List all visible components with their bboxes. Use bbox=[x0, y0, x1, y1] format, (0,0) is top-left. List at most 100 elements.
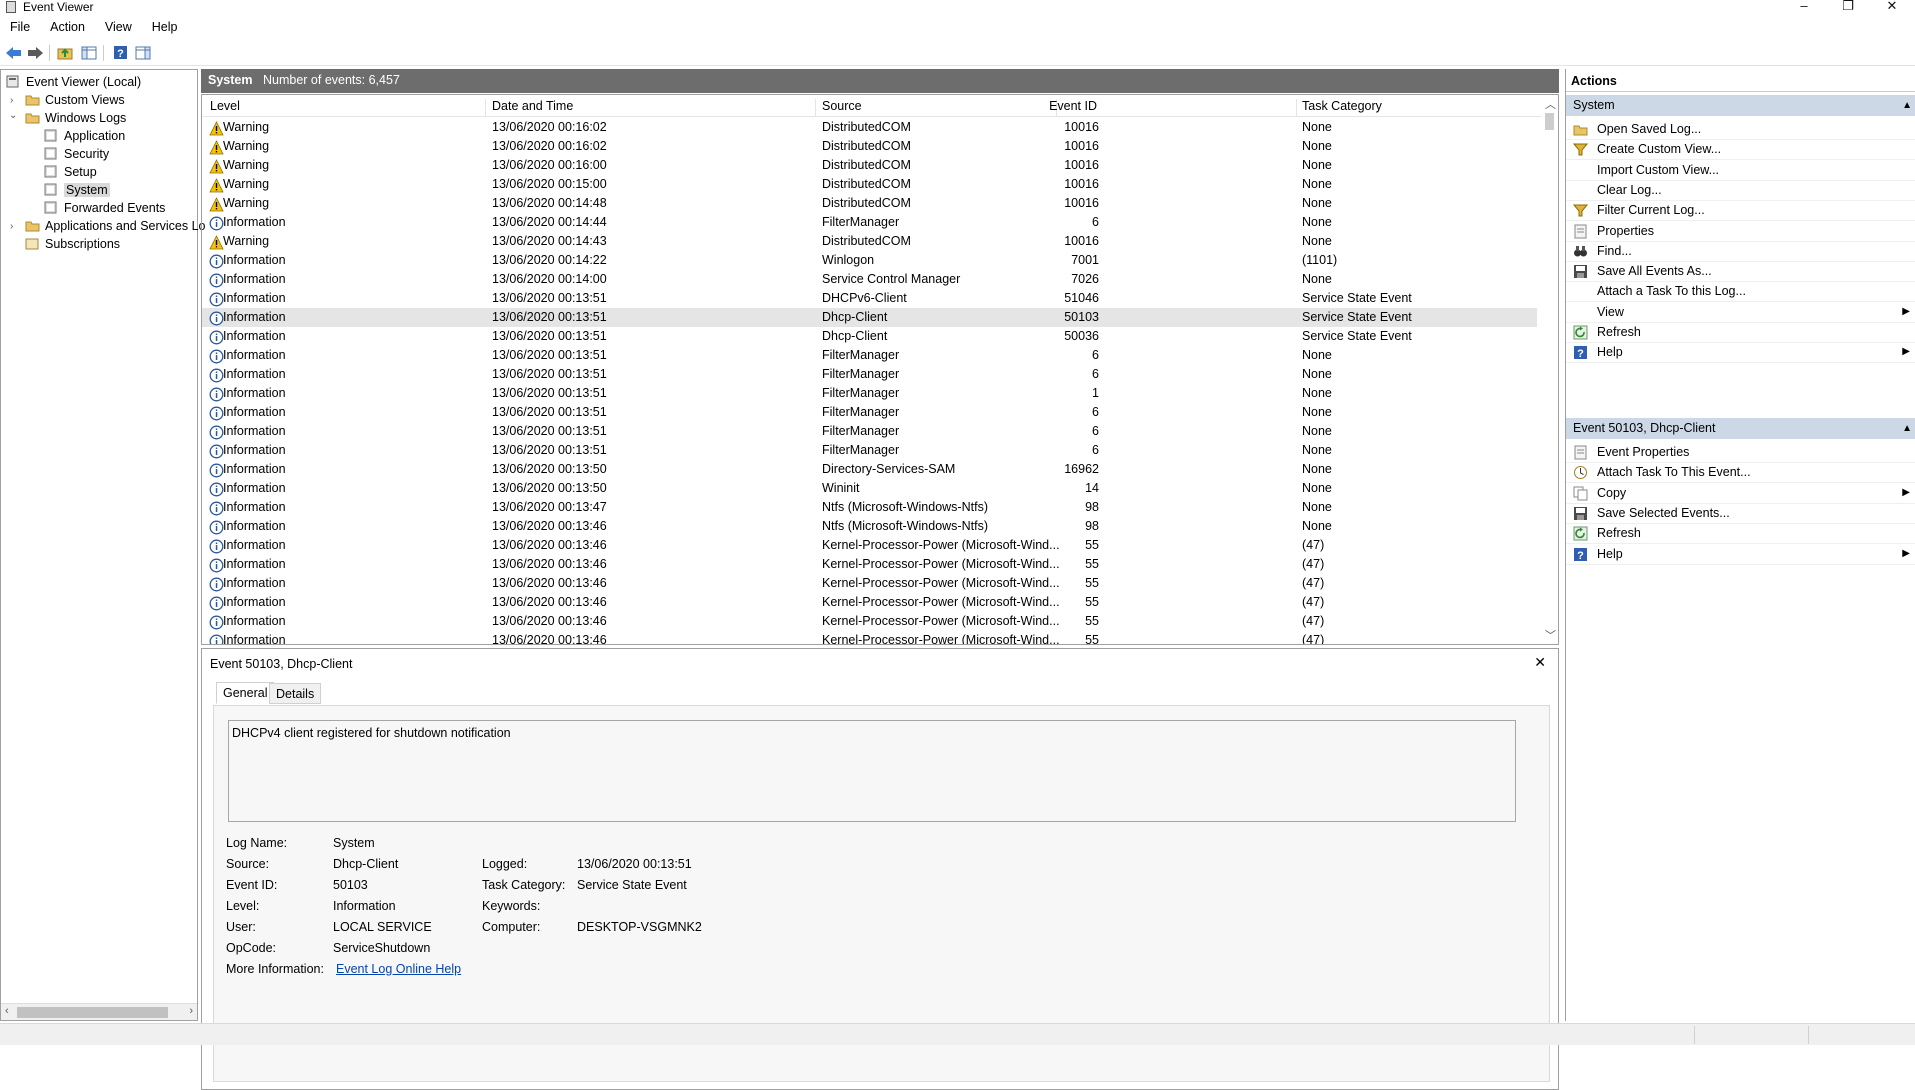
column-divider[interactable] bbox=[485, 99, 486, 117]
table-row[interactable]: Information 13/06/2020 00:13:46 Kernel-Pro… bbox=[202, 593, 1537, 612]
table-row[interactable]: Information 13/06/2020 00:13:50 Wininit 14 N… bbox=[202, 479, 1537, 498]
table-row[interactable]: Information 13/06/2020 00:13:51 FilterMana… bbox=[202, 365, 1537, 384]
table-row[interactable]: Information 13/06/2020 00:14:22 Winlogon 70… bbox=[202, 251, 1537, 270]
event-description[interactable]: DHCPv4 client registered for shutdown no… bbox=[228, 720, 1516, 822]
expand-arrow-icon[interactable]: › bbox=[10, 95, 13, 106]
horizontal-scrollbar[interactable]: ‹ › bbox=[1, 1003, 197, 1020]
restore-button[interactable]: ❐ bbox=[1826, 0, 1870, 14]
vertical-scrollbar[interactable]: ︿ ﹀ bbox=[1541, 95, 1558, 644]
tree-item-custom-views[interactable]: Custom Views bbox=[25, 91, 125, 109]
table-row[interactable]: Information 13/06/2020 00:13:50 Directory-… bbox=[202, 460, 1537, 479]
table-row[interactable]: Information 13/06/2020 00:13:46 Kernel-Pro… bbox=[202, 536, 1537, 555]
tree-item-subscriptions[interactable]: Subscriptions bbox=[25, 235, 120, 253]
menu-help[interactable]: Help bbox=[142, 18, 188, 36]
show-hide-tree-icon[interactable] bbox=[80, 44, 98, 61]
scroll-down-icon[interactable]: ﹀ bbox=[1545, 627, 1556, 643]
tree-root[interactable]: Event Viewer (Local) bbox=[6, 73, 141, 91]
table-row[interactable]: Warning 13/06/2020 00:16:00 DistributedCOM… bbox=[202, 156, 1537, 175]
table-row[interactable]: Warning 13/06/2020 00:14:48 DistributedCOM… bbox=[202, 194, 1537, 213]
action-copy[interactable]: Copy ▶ bbox=[1566, 482, 1915, 504]
column-event-id[interactable]: Event ID bbox=[1049, 99, 1097, 113]
help-icon[interactable]: ? bbox=[111, 44, 129, 61]
table-row[interactable]: Information 13/06/2020 00:13:47 Ntfs (Micr… bbox=[202, 498, 1537, 517]
expand-arrow-icon[interactable]: › bbox=[10, 221, 13, 232]
action-attach-task-to-this-event[interactable]: Attach Task To This Event... bbox=[1566, 461, 1915, 484]
table-row[interactable]: Warning 13/06/2020 00:14:43 DistributedCOM… bbox=[202, 232, 1537, 251]
table-row[interactable]: Information 13/06/2020 00:13:51 Dhcp-Clien… bbox=[202, 308, 1537, 327]
table-row[interactable]: Information 13/06/2020 00:13:46 Kernel-Pro… bbox=[202, 574, 1537, 593]
actions-section-system[interactable]: System ▲ bbox=[1566, 95, 1915, 116]
column-divider[interactable] bbox=[815, 99, 816, 117]
action-view[interactable]: View ▶ bbox=[1566, 301, 1915, 323]
column-source[interactable]: Source bbox=[822, 99, 862, 113]
close-button[interactable]: ✕ bbox=[1870, 0, 1914, 14]
refresh-icon bbox=[1573, 526, 1588, 541]
tab-general[interactable]: General bbox=[216, 682, 275, 704]
table-row[interactable]: Information 13/06/2020 00:14:44 FilterMana… bbox=[202, 213, 1537, 232]
minimize-button[interactable]: – bbox=[1782, 0, 1826, 14]
close-icon[interactable]: ✕ bbox=[1534, 654, 1546, 671]
action-help[interactable]: ? Help ▶ bbox=[1566, 543, 1915, 565]
table-row[interactable]: Information 13/06/2020 00:13:51 FilterMana… bbox=[202, 441, 1537, 460]
action-refresh[interactable]: Refresh bbox=[1566, 522, 1915, 545]
up-folder-icon[interactable] bbox=[56, 44, 74, 61]
action-attach-a-task-to-this-log[interactable]: Attach a Task To this Log... bbox=[1566, 280, 1915, 303]
table-row[interactable]: Information 13/06/2020 00:13:51 Dhcp-Clien… bbox=[202, 327, 1537, 346]
action-import-custom-view[interactable]: Import Custom View... bbox=[1566, 159, 1915, 181]
column-date-time[interactable]: Date and Time bbox=[492, 99, 573, 113]
action-event-properties[interactable]: Event Properties bbox=[1566, 441, 1915, 463]
action-filter-current-log[interactable]: Filter Current Log... bbox=[1566, 199, 1915, 222]
action-find[interactable]: Find... bbox=[1566, 240, 1915, 262]
actions-section-event[interactable]: Event 50103, Dhcp-Client ▲ bbox=[1566, 418, 1915, 439]
action-properties[interactable]: Properties bbox=[1566, 220, 1915, 242]
forward-icon[interactable] bbox=[26, 44, 44, 61]
action-clear-log[interactable]: Clear Log... bbox=[1566, 179, 1915, 201]
action-save-selected-events[interactable]: Save Selected Events... bbox=[1566, 502, 1915, 524]
action-save-all-events-as[interactable]: Save All Events As... bbox=[1566, 260, 1915, 283]
back-icon[interactable] bbox=[4, 44, 22, 61]
scroll-up-icon[interactable]: ︿ bbox=[1545, 96, 1556, 112]
collapse-arrow-icon[interactable]: ⌄ bbox=[9, 110, 17, 121]
tree-item-system[interactable]: System bbox=[44, 181, 110, 199]
column-task-category[interactable]: Task Category bbox=[1302, 99, 1382, 113]
action-refresh[interactable]: Refresh bbox=[1566, 321, 1915, 343]
table-row[interactable]: Information 13/06/2020 00:13:51 FilterMana… bbox=[202, 384, 1537, 403]
show-hide-action-pane-icon[interactable] bbox=[134, 44, 152, 61]
table-row[interactable]: Information 13/06/2020 00:13:46 Kernel-Pro… bbox=[202, 555, 1537, 574]
scroll-thumb[interactable] bbox=[17, 1007, 168, 1018]
table-row[interactable]: Information 13/06/2020 00:13:46 Kernel-Pro… bbox=[202, 612, 1537, 631]
column-level[interactable]: Level bbox=[210, 99, 240, 113]
subscriptions-icon bbox=[25, 237, 40, 250]
table-row[interactable]: Information 13/06/2020 00:13:51 FilterMana… bbox=[202, 422, 1537, 441]
tree-item-application[interactable]: Application bbox=[44, 127, 125, 145]
table-row[interactable]: Information 13/06/2020 00:13:51 DHCPv6-Cli… bbox=[202, 289, 1537, 308]
tree-item-security[interactable]: Security bbox=[44, 145, 109, 163]
table-row[interactable]: Warning 13/06/2020 00:16:02 DistributedCOM… bbox=[202, 118, 1537, 137]
menu-action[interactable]: Action bbox=[40, 18, 95, 36]
tab-details[interactable]: Details bbox=[269, 683, 322, 704]
table-row[interactable]: Information 13/06/2020 00:13:46 Kernel-Pro… bbox=[202, 631, 1537, 644]
tree-item-setup[interactable]: Setup bbox=[44, 163, 97, 181]
event-log-online-help-link[interactable]: Event Log Online Help bbox=[336, 962, 461, 976]
collapse-caret-icon[interactable]: ▲ bbox=[1902, 95, 1912, 116]
action-help[interactable]: ? Help ▶ bbox=[1566, 341, 1915, 364]
tree-item-windows-logs[interactable]: Windows Logs bbox=[25, 109, 126, 127]
table-row[interactable]: Warning 13/06/2020 00:15:00 DistributedCOM… bbox=[202, 175, 1537, 194]
cell-level: Warning bbox=[223, 196, 270, 210]
menu-file[interactable]: File bbox=[0, 18, 40, 36]
scroll-right-icon[interactable]: › bbox=[189, 1005, 193, 1017]
scroll-thumb[interactable] bbox=[1545, 113, 1554, 130]
table-row[interactable]: Information 13/06/2020 00:13:51 FilterMana… bbox=[202, 346, 1537, 365]
action-open-saved-log[interactable]: Open Saved Log... bbox=[1566, 118, 1915, 140]
menu-view[interactable]: View bbox=[95, 18, 142, 36]
tree-item-forwarded-events[interactable]: Forwarded Events bbox=[44, 199, 165, 217]
table-row[interactable]: Information 13/06/2020 00:13:46 Ntfs (Micr… bbox=[202, 517, 1537, 536]
table-row[interactable]: Information 13/06/2020 00:14:00 Service Co… bbox=[202, 270, 1537, 289]
action-create-custom-view[interactable]: Create Custom View... bbox=[1566, 138, 1915, 161]
column-divider[interactable] bbox=[1296, 99, 1297, 117]
collapse-caret-icon[interactable]: ▲ bbox=[1902, 418, 1912, 439]
tree-item-applications-and-services[interactable]: Applications and Services Lo bbox=[25, 217, 206, 235]
scroll-left-icon[interactable]: ‹ bbox=[5, 1005, 9, 1017]
table-row[interactable]: Information 13/06/2020 00:13:51 FilterMana… bbox=[202, 403, 1537, 422]
table-row[interactable]: Warning 13/06/2020 00:16:02 DistributedCOM… bbox=[202, 137, 1537, 156]
